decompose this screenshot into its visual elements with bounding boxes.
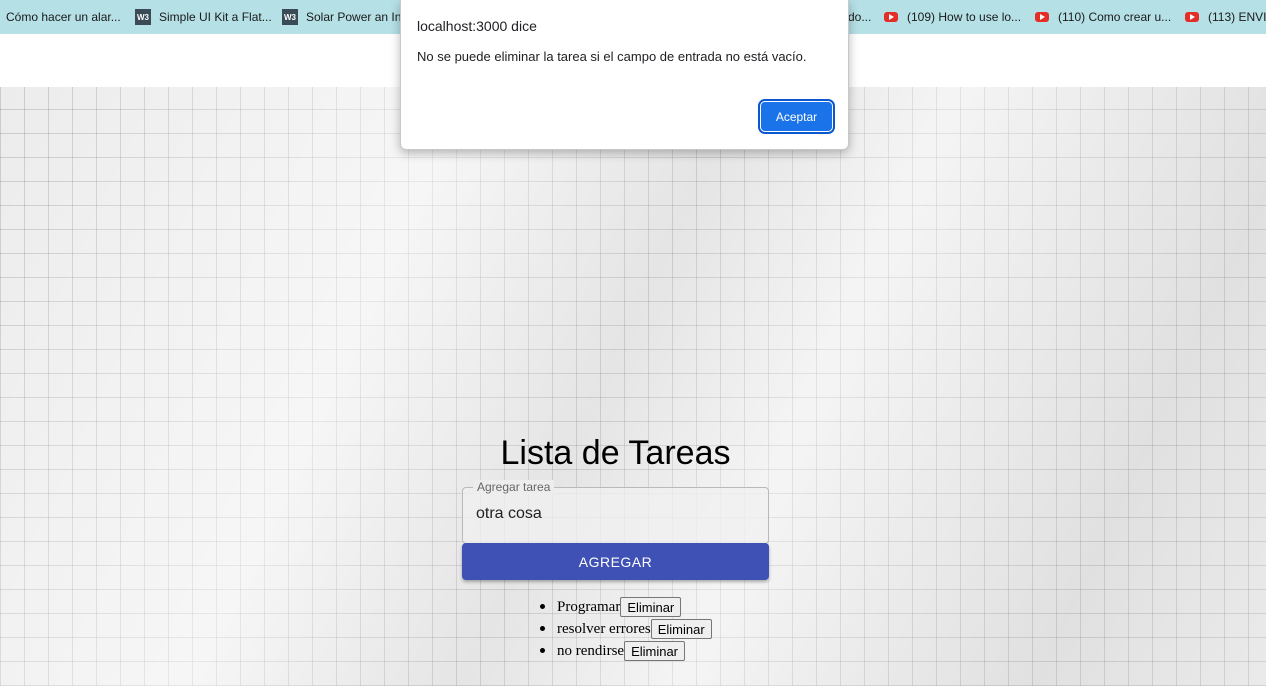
youtube-icon — [1185, 12, 1199, 22]
alert-dialog: localhost:3000 dice No se puede eliminar… — [400, 0, 849, 150]
youtube-icon — [884, 12, 898, 22]
list-item: Programar Eliminar — [540, 596, 712, 618]
bookmark-item[interactable]: (109) How to use lo... — [884, 0, 1021, 34]
bookmark-label: Simple UI Kit a Flat... — [159, 10, 272, 24]
task-field-label: Agregar tarea — [473, 480, 555, 494]
bookmark-item[interactable]: (113) ENVIA — [1185, 0, 1266, 34]
add-task-button[interactable]: AGREGAR — [462, 543, 769, 580]
task-text: Programar — [557, 598, 621, 615]
task-field[interactable]: Agregar tarea — [462, 480, 769, 544]
bullet-icon — [540, 604, 545, 609]
youtube-icon — [1035, 12, 1049, 22]
task-input[interactable] — [476, 505, 756, 523]
list-item: no rendirse Eliminar — [540, 640, 712, 662]
bookmark-label: Solar Power an Inc — [306, 10, 408, 24]
page-title: Lista de Tareas — [500, 434, 731, 472]
delete-task-button[interactable]: Eliminar — [624, 641, 686, 661]
w3-icon: W3 — [135, 9, 151, 25]
task-text: resolver errores — [557, 620, 651, 637]
bookmark-item[interactable]: W3 Simple UI Kit a Flat... — [135, 0, 272, 34]
bullet-icon — [540, 648, 545, 653]
bookmark-label: (110) Como crear u... — [1058, 10, 1172, 24]
w3-icon: W3 — [282, 9, 298, 25]
list-item: resolver errores Eliminar — [540, 618, 712, 640]
bookmark-item[interactable]: W3 Solar Power an Inc — [282, 0, 407, 34]
task-list: Programar Eliminar resolver errores Elim… — [540, 596, 712, 662]
bullet-icon — [540, 626, 545, 631]
bookmark-label: Cómo hacer un alar... — [6, 10, 121, 24]
bookmark-item[interactable]: Cómo hacer un alar... — [6, 0, 121, 34]
dialog-message: No se puede eliminar la tarea si el camp… — [417, 49, 807, 64]
bookmark-label: (113) ENVIA — [1208, 10, 1266, 24]
bookmark-label: (109) How to use lo... — [907, 10, 1022, 24]
bookmark-label: do... — [848, 10, 872, 24]
accept-button[interactable]: Aceptar — [758, 99, 835, 134]
task-text: no rendirse — [557, 642, 625, 659]
delete-task-button[interactable]: Eliminar — [620, 597, 682, 617]
delete-task-button[interactable]: Eliminar — [650, 619, 712, 639]
bookmark-item[interactable]: (110) Como crear u... — [1035, 0, 1171, 34]
dialog-title: localhost:3000 dice — [417, 18, 537, 34]
bookmark-item[interactable]: do... — [848, 0, 871, 34]
